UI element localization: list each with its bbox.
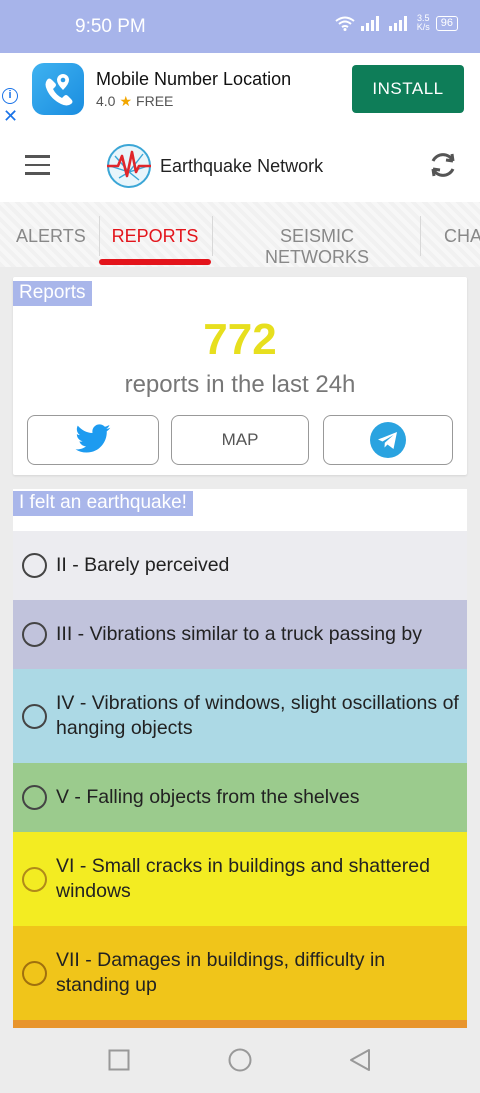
speed-unit: K/s — [416, 22, 430, 32]
tab-bar: ALERTS REPORTS SEISMIC NETWORKS CHA — [0, 202, 480, 267]
reports-label: Reports — [13, 281, 92, 306]
radio-button[interactable] — [22, 553, 47, 578]
app-title: Earthquake Network — [160, 156, 324, 176]
option-label: V - Falling objects from the shelves — [56, 786, 360, 808]
intensity-option-vii[interactable]: VII - Damages in buildings, difficulty i… — [13, 926, 467, 1020]
earthquake-network-logo — [105, 142, 153, 195]
status-bar: 9:50 PM 3.5 K/s 96 — [0, 0, 480, 53]
status-icons: 3.5 K/s 96 — [335, 14, 458, 32]
install-button[interactable]: INSTALL — [352, 65, 464, 113]
close-icon[interactable]: ✕ — [3, 107, 18, 125]
ad-banner[interactable]: i ✕ Mobile Number Location 4.0 ★ FREE INST… — [0, 53, 480, 128]
telegram-button[interactable] — [323, 415, 453, 465]
network-speed: 3.5 K/s — [417, 14, 430, 32]
reports-card: Reports 772 reports in the last 24h MAP — [13, 277, 467, 475]
twitter-icon — [75, 424, 111, 453]
ad-app-name[interactable]: Mobile Number Location — [96, 69, 291, 90]
intensity-option-iii[interactable]: III - Vibrations similar to a truck pass… — [13, 600, 467, 669]
map-button[interactable]: MAP — [171, 415, 309, 465]
option-label: III - Vibrations similar to a truck pass… — [56, 623, 422, 645]
option-label: VII - Damages in buildings, difficulty i… — [56, 949, 386, 996]
map-button-label: MAP — [221, 430, 259, 449]
option-label: II - Barely perceived — [56, 554, 230, 576]
signal-icon-2 — [388, 16, 407, 31]
radio-button[interactable] — [22, 785, 47, 810]
report-count: 772 — [203, 315, 277, 364]
tab-divider — [420, 216, 421, 256]
info-icon[interactable]: i — [2, 88, 18, 104]
app-bar: Earthquake Network — [0, 128, 480, 202]
wifi-icon — [335, 16, 355, 31]
intensity-option-iv[interactable]: IV - Vibrations of windows, slight oscil… — [13, 669, 467, 763]
refresh-icon[interactable] — [426, 148, 460, 187]
radio-button[interactable] — [22, 622, 47, 647]
triangle-back-icon[interactable] — [349, 1048, 371, 1072]
system-nav-bar — [0, 1028, 480, 1093]
star-icon: ★ — [119, 93, 133, 109]
twitter-button[interactable] — [27, 415, 159, 465]
option-label: VI - Small cracks in buildings and shatt… — [56, 855, 430, 902]
tab-chat[interactable]: CHA — [444, 216, 480, 267]
intensity-option-vi[interactable]: VI - Small cracks in buildings and shatt… — [13, 832, 467, 926]
phone-location-icon — [45, 74, 73, 106]
telegram-icon — [370, 422, 406, 458]
intensity-option-v[interactable]: V - Falling objects from the shelves — [13, 763, 467, 832]
ad-rating: 4.0 ★ FREE — [96, 93, 173, 110]
tab-alerts[interactable]: ALERTS — [16, 216, 86, 267]
option-label: IV - Vibrations of windows, slight oscil… — [56, 692, 459, 739]
battery-indicator: 96 — [435, 15, 458, 31]
intensity-option-next-partial — [13, 1020, 467, 1028]
intensity-option-ii[interactable]: II - Barely perceived — [13, 531, 467, 600]
radio-button[interactable] — [22, 866, 47, 892]
ad-price: FREE — [136, 93, 174, 109]
tab-divider — [212, 216, 213, 256]
radio-button[interactable] — [22, 703, 47, 729]
tab-seismic-networks[interactable]: SEISMIC NETWORKS — [226, 216, 408, 267]
status-time: 9:50 PM — [75, 16, 146, 37]
hamburger-menu-icon[interactable] — [25, 155, 50, 175]
active-tab-indicator — [99, 259, 211, 265]
felt-earthquake-label: I felt an earthquake! — [13, 491, 193, 516]
ad-app-icon[interactable] — [32, 63, 84, 115]
radio-button[interactable] — [22, 960, 47, 986]
circle-home-icon[interactable] — [228, 1048, 252, 1072]
ad-rating-value: 4.0 — [96, 93, 116, 109]
felt-earthquake-card: I felt an earthquake! — [13, 489, 467, 531]
square-recents-icon[interactable] — [108, 1049, 130, 1071]
report-caption: reports in the last 24h — [124, 371, 356, 398]
signal-icon — [360, 16, 379, 31]
